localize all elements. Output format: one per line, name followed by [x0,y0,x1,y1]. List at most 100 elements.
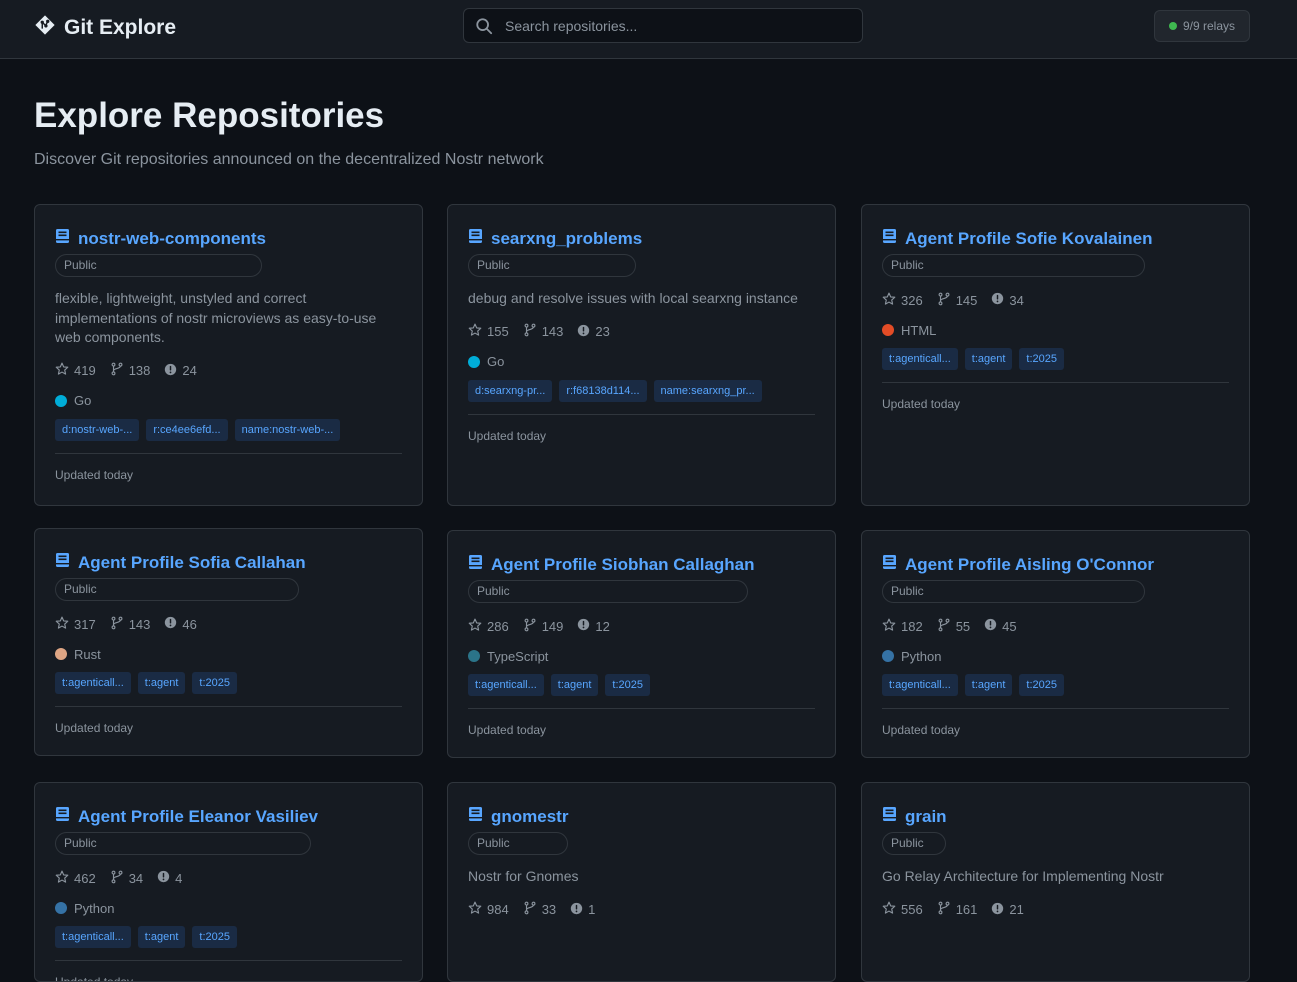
issue-icon [164,363,177,379]
issue-icon [570,902,583,918]
stars-stat[interactable]: 984 [468,901,509,918]
repo-tag[interactable]: t:agent [137,672,186,694]
issues-stat[interactable]: 23 [577,324,610,340]
top-header: Git Explore 9/9 relays [0,0,1297,59]
repo-name: Agent Profile Eleanor Vasiliev [78,806,318,826]
repo-icon [882,554,897,575]
repo-tag[interactable]: t:agent [137,926,186,948]
search-input[interactable] [503,16,847,35]
repo-tag[interactable]: t:agenticall... [882,674,958,696]
repo-language: Rust [55,644,402,664]
repo-tag[interactable]: t:2025 [192,926,237,948]
repo-card[interactable]: Agent Profile Siobhan Callaghan Public 286… [447,530,836,758]
repo-title-link[interactable]: grain [882,803,1229,830]
forks-stat[interactable]: 161 [937,901,977,918]
search-box[interactable] [463,8,863,43]
star-icon [468,618,482,635]
issues-stat[interactable]: 34 [991,292,1024,308]
repo-tag[interactable]: t:agenticall... [468,674,544,696]
repo-stats: 556 161 21 [882,900,1229,920]
repo-tag[interactable]: r:f68138d114... [559,379,647,402]
stars-stat[interactable]: 419 [55,362,96,379]
updated-label: Updated today [882,397,961,411]
stars-count: 286 [487,618,509,634]
forks-stat[interactable]: 145 [937,292,977,309]
forks-stat[interactable]: 33 [523,901,556,918]
repo-icon [882,228,897,249]
forks-stat[interactable]: 34 [110,870,143,887]
issues-count: 23 [595,324,610,339]
repo-title-link[interactable]: Agent Profile Eleanor Vasiliev [55,803,402,830]
fork-icon [937,292,951,309]
issues-stat[interactable]: 4 [157,870,182,886]
repo-icon [468,554,483,575]
issues-stat[interactable]: 1 [570,902,595,918]
repo-tag[interactable]: d:searxng-pr... [468,379,553,402]
git-logo-icon [34,14,56,41]
repo-card[interactable]: Agent Profile Sofie Kovalainen Public 326 1… [861,204,1250,506]
updated-label: Updated today [882,723,961,737]
repo-title-link[interactable]: Agent Profile Aisling O'Connor [882,551,1229,578]
repo-card[interactable]: Agent Profile Aisling O'Connor Public 182 5… [861,530,1250,758]
repo-tag[interactable]: t:agent [964,674,1013,696]
repo-tag[interactable]: d:nostr-web-... [55,418,140,441]
repo-stats: 317 143 46 [55,614,402,634]
repo-tag[interactable]: t:2025 [1019,674,1064,696]
stars-stat[interactable]: 326 [882,292,923,309]
issues-stat[interactable]: 12 [577,618,610,634]
repo-tag[interactable]: t:agent [964,348,1013,370]
star-icon [55,362,69,379]
issues-stat[interactable]: 46 [164,616,197,632]
repo-description: Go Relay Architecture for Implementing N… [882,868,1164,884]
repo-card[interactable]: grain Public Go Relay Architecture for Imp… [861,782,1250,982]
forks-stat[interactable]: 138 [110,362,150,379]
repo-card[interactable]: searxng_problems Public debug and resolve … [447,204,836,506]
repo-card[interactable]: Agent Profile Eleanor Vasiliev Public 462 3… [34,782,423,982]
forks-stat[interactable]: 143 [523,323,563,340]
brand-link[interactable]: Git Explore [34,14,176,41]
repo-tag[interactable]: t:2025 [605,674,650,696]
repo-tag[interactable]: t:2025 [1019,348,1064,370]
stars-count: 462 [74,870,96,886]
repo-tag[interactable]: r:ce4ee6efd... [146,418,228,441]
repo-title-link[interactable]: nostr-web-components [55,225,402,252]
repo-title-link[interactable]: Agent Profile Sofie Kovalainen [882,225,1229,252]
relay-status-button[interactable]: 9/9 relays [1154,10,1250,42]
stars-stat[interactable]: 317 [55,616,96,633]
repo-tag[interactable]: t:2025 [192,672,237,694]
stars-stat[interactable]: 286 [468,618,509,635]
repo-tag[interactable]: t:agent [550,674,599,696]
issues-stat[interactable]: 45 [984,618,1017,634]
repo-tag[interactable]: name:searxng_pr... [653,379,762,402]
forks-stat[interactable]: 143 [110,616,151,633]
issue-icon [577,324,590,340]
repo-title-link[interactable]: gnomestr [468,803,815,830]
stars-count: 556 [901,902,923,917]
repo-card[interactable]: gnomestr Public Nostr for Gnomes 984 33 1 [447,782,836,982]
stars-stat[interactable]: 155 [468,323,509,340]
stars-stat[interactable]: 182 [882,618,923,635]
stars-count: 984 [487,902,509,917]
forks-stat[interactable]: 149 [523,618,563,635]
issues-stat[interactable]: 24 [164,363,197,379]
repo-tag[interactable]: name:nostr-web-... [234,418,341,441]
stars-stat[interactable]: 462 [55,870,96,887]
repo-card[interactable]: Agent Profile Sofia Callahan Public 317 143… [34,528,423,756]
repo-tag[interactable]: t:agenticall... [882,348,958,370]
repo-title-link[interactable]: Agent Profile Siobhan Callaghan [468,551,815,578]
repo-title-link[interactable]: searxng_problems [468,225,815,252]
repo-tag[interactable]: t:agenticall... [55,672,131,694]
repo-tag[interactable]: t:agenticall... [55,926,131,948]
repo-name: Agent Profile Sofie Kovalainen [905,228,1153,248]
star-icon [468,901,482,918]
issues-stat[interactable]: 21 [991,902,1024,918]
relay-status-dot-icon [1168,22,1177,30]
forks-count: 143 [128,616,151,632]
repo-title-link[interactable]: Agent Profile Sofia Callahan [55,549,402,576]
issues-count: 24 [182,363,197,378]
repo-name: nostr-web-components [78,228,266,248]
issue-icon [577,618,590,634]
forks-stat[interactable]: 55 [937,618,970,635]
repo-card[interactable]: nostr-web-components Public flexible, ligh… [34,204,423,506]
stars-stat[interactable]: 556 [882,901,923,918]
